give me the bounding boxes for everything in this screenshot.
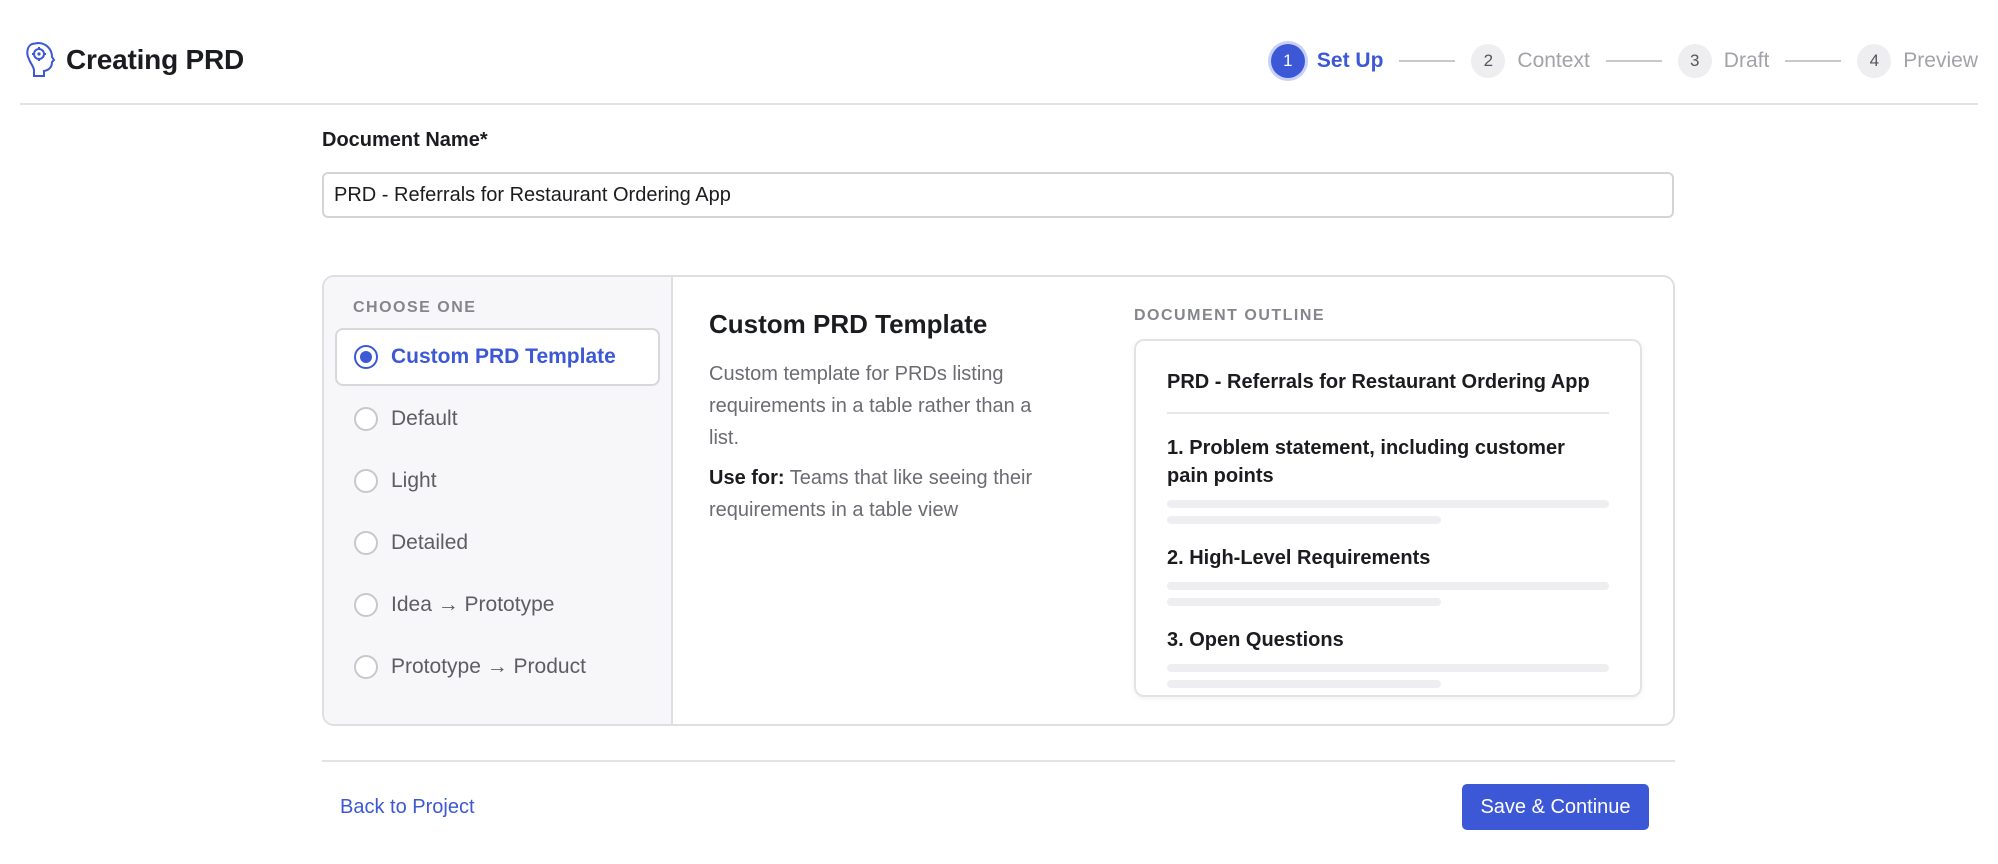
radio-icon[interactable] [354, 531, 378, 555]
placeholder-line [1167, 516, 1442, 524]
radio-selected-icon[interactable] [354, 345, 378, 369]
step-connector [1399, 60, 1456, 62]
step-connector [1605, 60, 1662, 62]
template-option-custom-prd[interactable]: Custom PRD Template [335, 328, 660, 386]
radio-icon[interactable] [354, 407, 378, 431]
footer-divider [322, 760, 1675, 762]
document-outline-card: PRD - Referrals for Restaurant Ordering … [1134, 339, 1642, 697]
step-connector [1785, 60, 1842, 62]
outline-section: 3. Open Questions [1167, 626, 1609, 688]
template-panel: CHOOSE ONE Custom PRD Template Default L… [322, 275, 1675, 726]
template-use-for: Use for: Teams that like seeing their re… [709, 462, 1061, 526]
radio-icon[interactable] [354, 593, 378, 617]
outline-section: 2. High-Level Requirements [1167, 544, 1609, 606]
step-number: 1 [1270, 44, 1305, 78]
step-number: 4 [1857, 44, 1892, 78]
template-option-prototype-product[interactable]: Prototype → Product [335, 638, 660, 696]
radio-icon[interactable] [354, 469, 378, 493]
template-option-label: Default [391, 407, 458, 430]
template-option-label: Prototype → Product [391, 655, 586, 678]
app-header: Creating PRD 1 Set Up 2 Context 3 Draft … [20, 0, 1978, 105]
document-name-label: Document Name* [322, 129, 488, 151]
outline-document-title: PRD - Referrals for Restaurant Ordering … [1167, 371, 1609, 414]
template-detail: Custom PRD Template Custom template for … [675, 277, 1095, 724]
progress-stepper: 1 Set Up 2 Context 3 Draft 4 Preview [1270, 44, 1978, 78]
template-option-default[interactable]: Default [335, 390, 660, 448]
step-label: Draft [1723, 49, 1770, 72]
template-option-label: Idea → Prototype [391, 593, 555, 616]
template-description: Custom template for PRDs listing require… [709, 363, 1032, 449]
placeholder-line [1167, 500, 1609, 508]
placeholder-line [1167, 598, 1442, 606]
step-context[interactable]: 2 Context [1471, 44, 1590, 78]
step-draft[interactable]: 3 Draft [1677, 44, 1770, 78]
template-option-label: Custom PRD Template [391, 345, 616, 368]
template-option-label: Light [391, 469, 437, 492]
outline-section-title: 1. Problem statement, including customer… [1167, 437, 1565, 487]
placeholder-line [1167, 664, 1609, 672]
brain-gear-icon [26, 41, 56, 77]
template-title: Custom PRD Template [709, 309, 988, 339]
step-label: Context [1517, 49, 1590, 72]
document-name-input[interactable] [322, 172, 1674, 218]
outline-section: 1. Problem statement, including customer… [1167, 434, 1609, 524]
outline-section-title: 3. Open Questions [1167, 629, 1344, 651]
use-for-label: Use for: [709, 467, 785, 489]
template-option-detailed[interactable]: Detailed [335, 514, 660, 572]
placeholder-line [1167, 680, 1442, 688]
step-preview[interactable]: 4 Preview [1857, 44, 1978, 78]
radio-icon[interactable] [354, 655, 378, 679]
template-option-label: Detailed [391, 531, 469, 554]
placeholder-line [1167, 582, 1609, 590]
save-continue-button[interactable]: Save & Continue [1462, 784, 1649, 830]
template-option-idea-prototype[interactable]: Idea → Prototype [335, 576, 660, 634]
template-option-light[interactable]: Light [335, 452, 660, 510]
choose-one-heading: CHOOSE ONE [353, 299, 477, 316]
template-choices: CHOOSE ONE Custom PRD Template Default L… [324, 277, 673, 724]
step-label: Preview [1903, 49, 1978, 72]
page-title: Creating PRD [66, 44, 245, 75]
document-outline-heading: DOCUMENT OUTLINE [1134, 307, 1326, 324]
step-label: Set Up [1316, 49, 1384, 72]
step-set-up[interactable]: 1 Set Up [1270, 44, 1384, 78]
step-number: 2 [1471, 44, 1506, 78]
back-to-project-link[interactable]: Back to Project [340, 796, 475, 819]
step-number: 3 [1677, 44, 1712, 78]
outline-section-title: 2. High-Level Requirements [1167, 547, 1431, 569]
